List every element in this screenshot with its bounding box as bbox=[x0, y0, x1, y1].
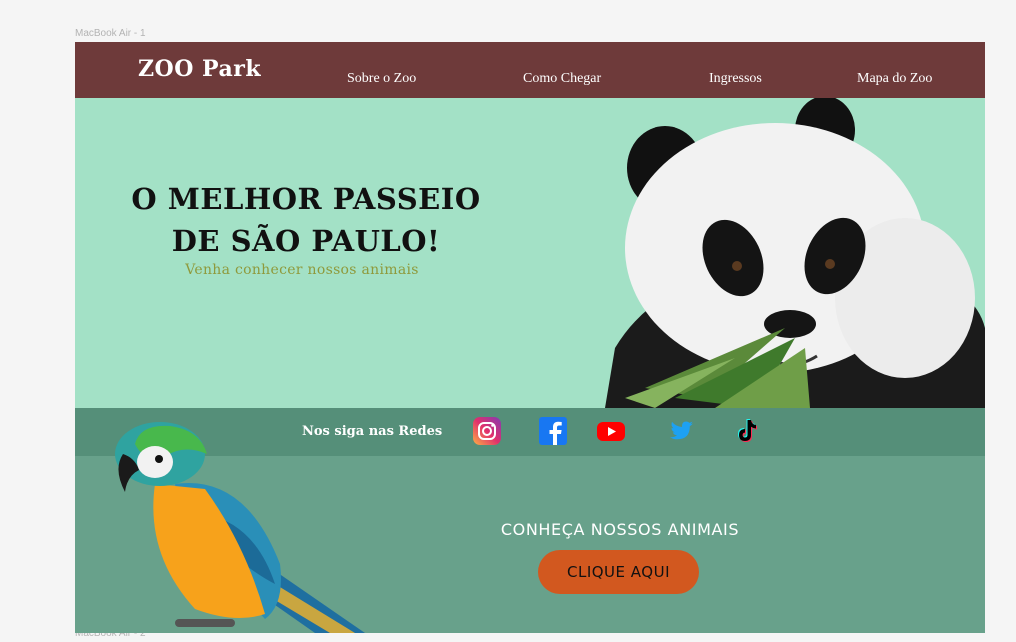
nav-ingressos[interactable]: Ingressos bbox=[709, 71, 762, 87]
tiktok-icon[interactable] bbox=[730, 416, 760, 446]
frame-label-1: MacBook Air - 1 bbox=[75, 28, 146, 39]
instagram-icon[interactable] bbox=[472, 416, 502, 446]
cta-button[interactable]: CLIQUE AQUI bbox=[538, 550, 699, 594]
hero-section: O MELHOR PASSEIO DE SÃO PAULO! Venha con… bbox=[75, 98, 985, 408]
logo[interactable]: ZOO Park bbox=[138, 56, 261, 82]
hero-title-line-1: O MELHOR PASSEIO bbox=[131, 182, 481, 216]
hero-subtitle: Venha conhecer nossos animais bbox=[185, 262, 419, 278]
hero-title-line-2: DE SÃO PAULO! bbox=[171, 224, 441, 258]
facebook-icon[interactable] bbox=[538, 416, 568, 446]
panda-image bbox=[605, 98, 985, 408]
hero-title: O MELHOR PASSEIO DE SÃO PAULO! bbox=[75, 178, 537, 262]
nav-sobre-o-zoo[interactable]: Sobre o Zoo bbox=[347, 71, 416, 87]
parrot-image bbox=[115, 422, 365, 633]
site-header: ZOO Park Sobre o Zoo Como Chegar Ingress… bbox=[75, 42, 985, 98]
nav-mapa-do-zoo[interactable]: Mapa do Zoo bbox=[857, 71, 932, 87]
twitter-icon[interactable] bbox=[665, 416, 695, 446]
animals-title: CONHEÇA NOSSOS ANIMAIS bbox=[500, 520, 740, 539]
nav-como-chegar[interactable]: Como Chegar bbox=[523, 71, 601, 87]
youtube-icon[interactable] bbox=[596, 416, 626, 446]
page-artboard: ZOO Park Sobre o Zoo Como Chegar Ingress… bbox=[75, 42, 985, 633]
